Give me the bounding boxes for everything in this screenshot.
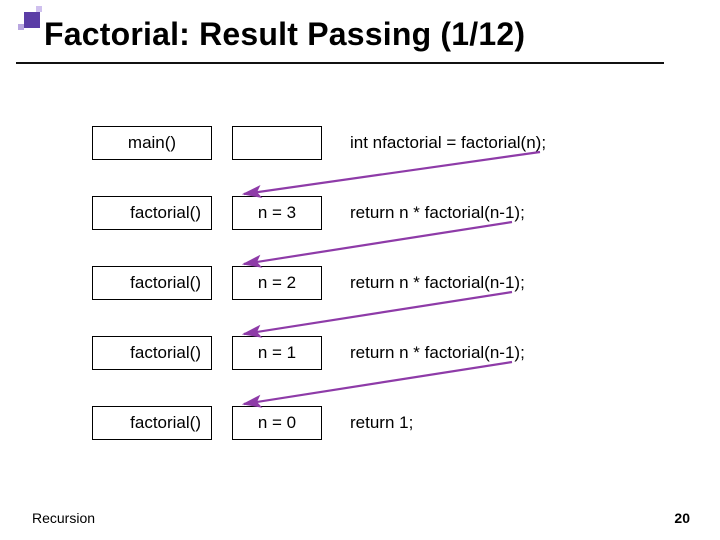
table-row: factorial() n = 1 return n * factorial(n… — [72, 336, 672, 406]
title-underline — [16, 62, 664, 64]
n-cell: n = 3 — [232, 196, 322, 230]
table-row: factorial() n = 2 return n * factorial(n… — [72, 266, 672, 336]
n-cell — [232, 126, 322, 160]
n-cell: n = 0 — [232, 406, 322, 440]
footer-topic: Recursion — [32, 510, 95, 526]
func-cell: factorial() — [92, 336, 212, 370]
func-cell: factorial() — [92, 196, 212, 230]
code-cell: return n * factorial(n-1); — [350, 343, 525, 363]
func-cell: factorial() — [92, 406, 212, 440]
table-row: factorial() n = 3 return n * factorial(n… — [72, 196, 672, 266]
n-cell: n = 2 — [232, 266, 322, 300]
table-row: main() int nfactorial = factorial(n); — [72, 126, 672, 196]
func-cell: factorial() — [92, 266, 212, 300]
slide-title: Factorial: Result Passing (1/12) — [44, 16, 525, 53]
func-cell: main() — [92, 126, 212, 160]
slide-number: 20 — [674, 510, 690, 526]
slide: Factorial: Result Passing (1/12) main() … — [0, 0, 720, 540]
code-cell: return n * factorial(n-1); — [350, 203, 525, 223]
code-cell: int nfactorial = factorial(n); — [350, 133, 546, 153]
code-cell: return 1; — [350, 413, 413, 433]
code-cell: return n * factorial(n-1); — [350, 273, 525, 293]
n-cell: n = 1 — [232, 336, 322, 370]
title-bullet-decoration — [18, 6, 46, 34]
table-row: factorial() n = 0 return 1; — [72, 406, 672, 476]
call-stack-table: main() int nfactorial = factorial(n); fa… — [72, 126, 672, 476]
